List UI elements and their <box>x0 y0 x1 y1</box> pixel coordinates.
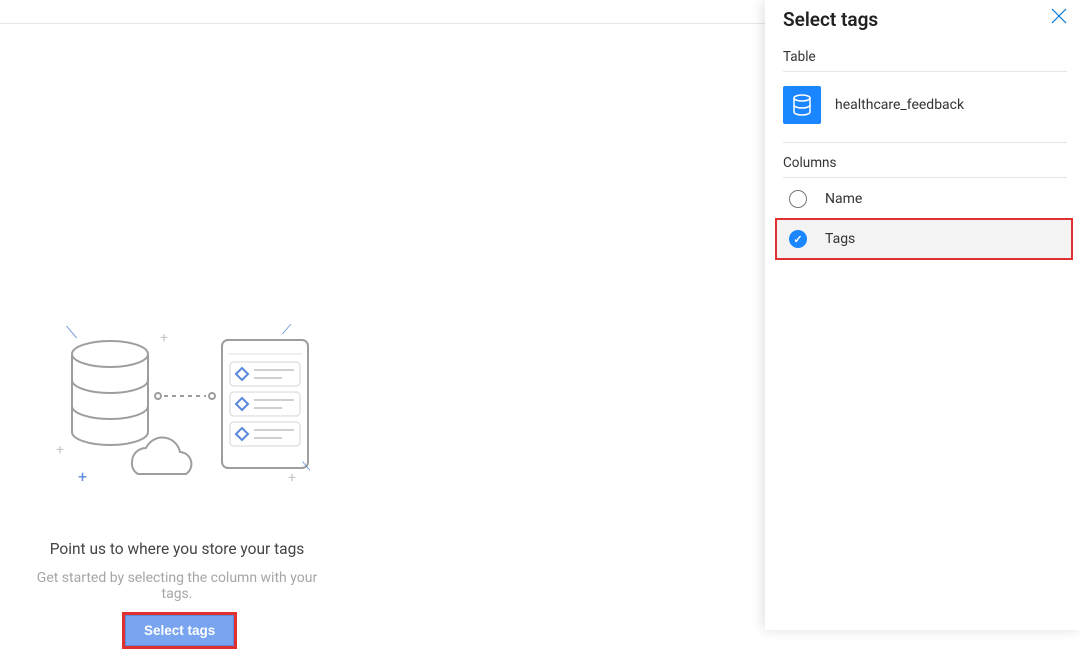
table-section: Table healthcare_feedback <box>783 49 1067 143</box>
select-tags-button-highlight: Select tags <box>122 612 237 649</box>
svg-text:+: + <box>288 470 296 486</box>
svg-text:+: + <box>160 330 168 346</box>
panel-title: Select tags <box>783 8 1067 31</box>
table-name: healthcare_feedback <box>835 97 964 113</box>
close-button[interactable] <box>1051 8 1067 28</box>
empty-state-illustration: ⟍ + ⟋ + + + ⟍ <box>50 324 310 494</box>
main-content: ⟍ + ⟋ + + + ⟍ Point us to where you stor… <box>0 24 760 630</box>
radio-unchecked-icon <box>789 190 807 208</box>
svg-text:+: + <box>56 442 64 458</box>
table-row: healthcare_feedback <box>783 82 1067 143</box>
svg-text:⟍: ⟍ <box>66 324 78 342</box>
empty-state-subtitle: Get started by selecting the column with… <box>20 570 334 602</box>
radio-checked-icon <box>789 230 807 248</box>
close-icon <box>1051 8 1067 24</box>
columns-section-label: Columns <box>783 155 1067 171</box>
column-option-tags[interactable]: Tags <box>775 218 1073 260</box>
svg-text:⟋: ⟋ <box>282 324 292 338</box>
divider <box>783 177 1067 178</box>
select-tags-button[interactable]: Select tags <box>125 615 234 646</box>
empty-state-title: Point us to where you store your tags <box>20 540 334 558</box>
svg-text:+: + <box>78 467 87 486</box>
column-label: Name <box>825 191 862 207</box>
column-option-name[interactable]: Name <box>783 180 1067 218</box>
divider <box>783 71 1067 72</box>
database-icon <box>783 86 821 124</box>
table-section-label: Table <box>783 49 1067 65</box>
select-tags-panel: Select tags Table healthcare_feedback Co… <box>765 0 1081 630</box>
columns-section: Columns Name Tags <box>783 155 1067 260</box>
svg-text:⟍: ⟍ <box>302 460 310 476</box>
column-label: Tags <box>825 231 855 247</box>
